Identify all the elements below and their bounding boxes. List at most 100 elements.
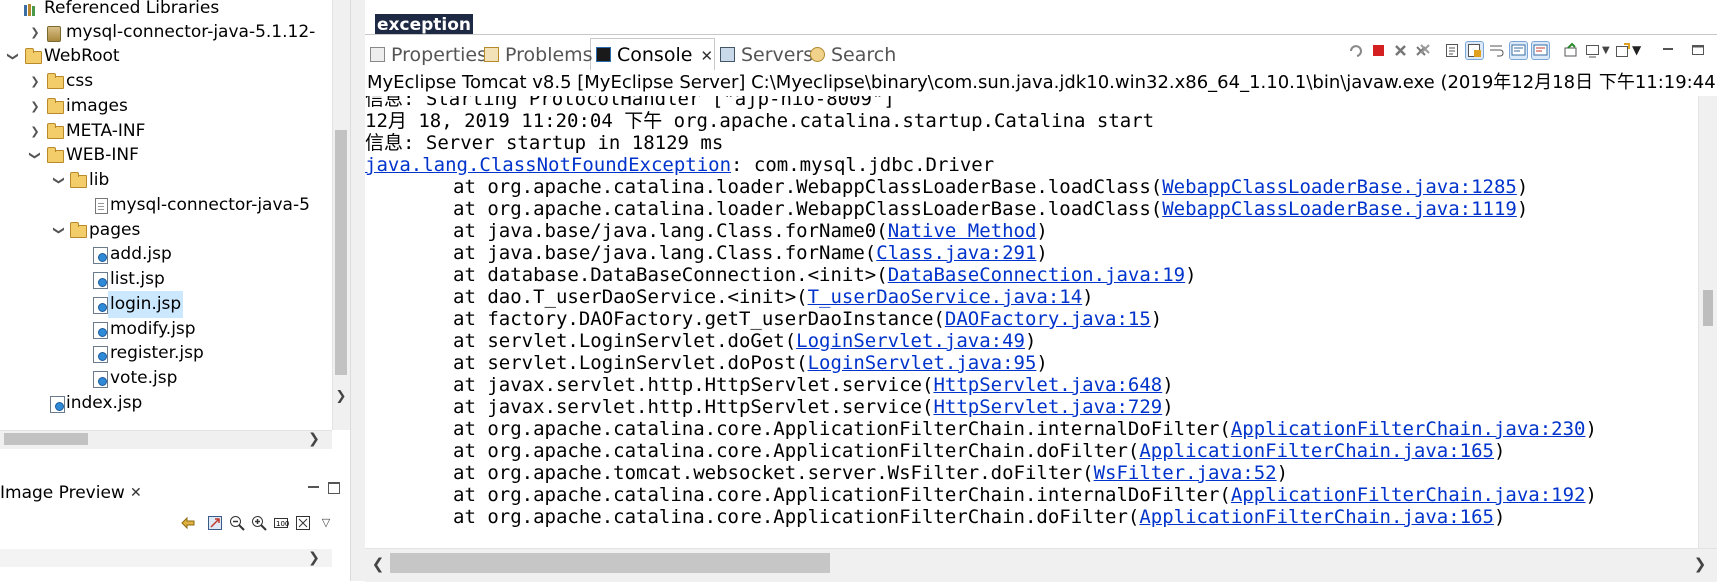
console-source-link[interactable]: T_userDaoService.java:14 — [808, 286, 1083, 308]
console-source-link[interactable]: DAOFactory.java:15 — [945, 308, 1151, 330]
console-source-link[interactable]: Class.java:291 — [876, 242, 1036, 264]
image-preview-close-icon[interactable]: ✕ — [130, 481, 142, 505]
sash-divider[interactable] — [350, 0, 366, 581]
console-source-link[interactable]: HttpServlet.java:648 — [933, 374, 1162, 396]
console-line: at org.apache.catalina.core.ApplicationF… — [365, 505, 1505, 529]
tree-collapse-chevron-icon[interactable]: ❯ — [46, 174, 73, 188]
tree-item-label: pages — [89, 220, 141, 240]
tree-item[interactable]: ❯ mysql-connector-java-5.1.12- — [0, 19, 330, 46]
tree-item[interactable]: ❯ WEB-INF — [0, 142, 330, 169]
tree-item[interactable]: vote.jsp — [0, 365, 330, 392]
console-text: ) — [1585, 484, 1597, 506]
console-scroll-right-arrow-icon[interactable]: ❯ — [1690, 553, 1710, 575]
open-console-chevron-down-icon[interactable]: ▼ — [1632, 42, 1649, 59]
console-source-link[interactable]: Native Method — [888, 220, 1037, 242]
pin-console-icon[interactable] — [1562, 42, 1579, 59]
console-tab-close-icon[interactable]: ✕ — [700, 47, 713, 65]
console-source-link[interactable]: WebappClassLoaderBase.java:1119 — [1162, 198, 1517, 220]
scroll-lock-icon[interactable] — [1465, 41, 1484, 60]
console-source-link[interactable]: HttpServlet.java:729 — [933, 396, 1162, 418]
maximize-view-icon[interactable] — [1690, 42, 1707, 59]
zoom-in-icon[interactable] — [251, 515, 267, 531]
console-scroll-left-arrow-icon[interactable]: ❮ — [368, 553, 388, 575]
console-line: at factory.DAOFactory.getT_userDaoInstan… — [365, 307, 1162, 331]
tree-expand-chevron-icon[interactable]: ❯ — [28, 19, 42, 46]
open-console-icon[interactable] — [1614, 42, 1631, 59]
tree-horizontal-scroll-thumb[interactable] — [4, 433, 88, 445]
console-source-link[interactable]: ApplicationFilterChain.java:165 — [1139, 506, 1494, 528]
console-source-link[interactable]: LoginServlet.java:49 — [796, 330, 1025, 352]
console-vertical-scroll-thumb[interactable] — [1703, 290, 1713, 326]
image-preview-maximize-icon[interactable] — [328, 482, 340, 494]
fit-image-icon[interactable] — [207, 515, 223, 531]
image-preview-horizontal-scrollbar[interactable] — [0, 549, 332, 567]
zoom-out-icon[interactable] — [229, 515, 245, 531]
console-source-link[interactable]: WsFilter.java:52 — [1094, 462, 1277, 484]
tree-item-label: images — [66, 96, 128, 116]
tab-servers[interactable]: Servers — [720, 42, 813, 68]
console-line: at org.apache.catalina.core.ApplicationF… — [365, 439, 1505, 463]
tree-expand-chevron-icon[interactable]: ❯ — [28, 118, 42, 145]
image-preview-scroll-right-arrow-icon[interactable]: ❯ — [304, 549, 324, 567]
minimize-view-icon[interactable] — [1660, 42, 1677, 59]
tree-scroll-down-arrow-icon[interactable]: ❯ — [332, 386, 350, 408]
view-menu-chevron-down-icon[interactable]: ▽ — [318, 515, 334, 531]
tree-expand-chevron-icon[interactable]: ❯ — [28, 68, 42, 95]
console-source-link[interactable]: java.lang.ClassNotFoundException — [365, 154, 731, 176]
tree-item[interactable]: modify.jsp — [0, 316, 330, 343]
tree-item[interactable]: list.jsp — [0, 266, 330, 293]
tab-problems[interactable]: Problems — [484, 42, 593, 68]
display-selected-console-icon[interactable] — [1584, 42, 1601, 59]
tree-item[interactable]: add.jsp — [0, 241, 330, 268]
console-output[interactable]: 信息: Starting ProtocolHandler ["ajp-nio-8… — [365, 96, 1698, 548]
actual-size-icon[interactable]: 100 — [273, 515, 289, 531]
tree-item[interactable]: register.jsp — [0, 340, 330, 367]
tree-item-label: mysql-connector-java-5 — [110, 195, 310, 215]
show-on-stderr-icon[interactable] — [1531, 41, 1550, 60]
console-line: at org.apache.catalina.loader.WebappClas… — [365, 175, 1528, 199]
tree-expand-chevron-icon[interactable]: ❯ — [28, 93, 42, 120]
console-line: at dao.T_userDaoService.<init>(T_userDao… — [365, 285, 1094, 309]
tree-item[interactable]: ❯ WebRoot — [0, 43, 330, 70]
tree-item[interactable]: ❯ images — [0, 93, 330, 120]
fit-window-icon[interactable] — [295, 515, 311, 531]
console-source-link[interactable]: LoginServlet.java:95 — [808, 352, 1037, 374]
console-source-link[interactable]: ApplicationFilterChain.java:230 — [1231, 418, 1586, 440]
console-source-link[interactable]: WebappClassLoaderBase.java:1285 — [1162, 176, 1517, 198]
tree-item[interactable]: mysql-connector-java-5 — [0, 192, 330, 219]
tree-collapse-chevron-icon[interactable]: ❯ — [22, 149, 49, 163]
tree-item[interactable]: ❯ lib — [0, 167, 330, 194]
tree-item[interactable]: login.jsp — [0, 291, 330, 318]
tab-console[interactable]: Console ✕ — [596, 42, 713, 68]
remove-terminated-icon[interactable] — [1392, 42, 1409, 59]
console-source-link[interactable]: DataBaseConnection.java:19 — [888, 264, 1185, 286]
console-source-link[interactable]: ApplicationFilterChain.java:192 — [1231, 484, 1586, 506]
console-line: at org.apache.catalina.core.ApplicationF… — [365, 483, 1597, 507]
remove-launch-icon[interactable] — [1348, 42, 1365, 59]
file-icon — [95, 198, 108, 214]
word-wrap-icon[interactable] — [1488, 42, 1505, 59]
jsp-file-icon — [93, 272, 108, 289]
terminate-icon[interactable] — [1370, 42, 1387, 59]
console-source-link[interactable]: ApplicationFilterChain.java:165 — [1139, 440, 1494, 462]
tab-search[interactable]: Search — [810, 42, 896, 68]
tree-item[interactable]: index.jsp — [0, 390, 330, 417]
link-with-editor-icon[interactable] — [180, 515, 196, 531]
tree-item-label: add.jsp — [110, 244, 172, 264]
clear-console-icon[interactable] — [1444, 42, 1461, 59]
console-horizontal-scroll-thumb[interactable] — [390, 553, 830, 573]
tree-vertical-scroll-thumb[interactable] — [335, 130, 347, 375]
image-preview-minimize-icon[interactable] — [308, 486, 319, 488]
tree-item[interactable]: ❯ META-INF — [0, 118, 330, 145]
tree-item[interactable]: ❯ pages — [0, 217, 330, 244]
tree-item[interactable]: ❯ css — [0, 68, 330, 95]
tree-collapse-chevron-icon[interactable]: ❯ — [0, 50, 27, 64]
image-preview-tab[interactable]: Image Preview — [0, 481, 125, 505]
tab-properties[interactable]: Properties — [370, 42, 487, 68]
show-on-stdout-icon[interactable] — [1509, 41, 1528, 60]
tree-scroll-right-arrow-icon[interactable]: ❯ — [304, 430, 324, 448]
tree-collapse-chevron-icon[interactable]: ❯ — [46, 224, 73, 238]
remove-all-terminated-icon[interactable] — [1414, 42, 1431, 59]
console-text: at dao.T_userDaoService.<init>( — [453, 286, 808, 308]
tree-item-label: WebRoot — [44, 46, 120, 66]
